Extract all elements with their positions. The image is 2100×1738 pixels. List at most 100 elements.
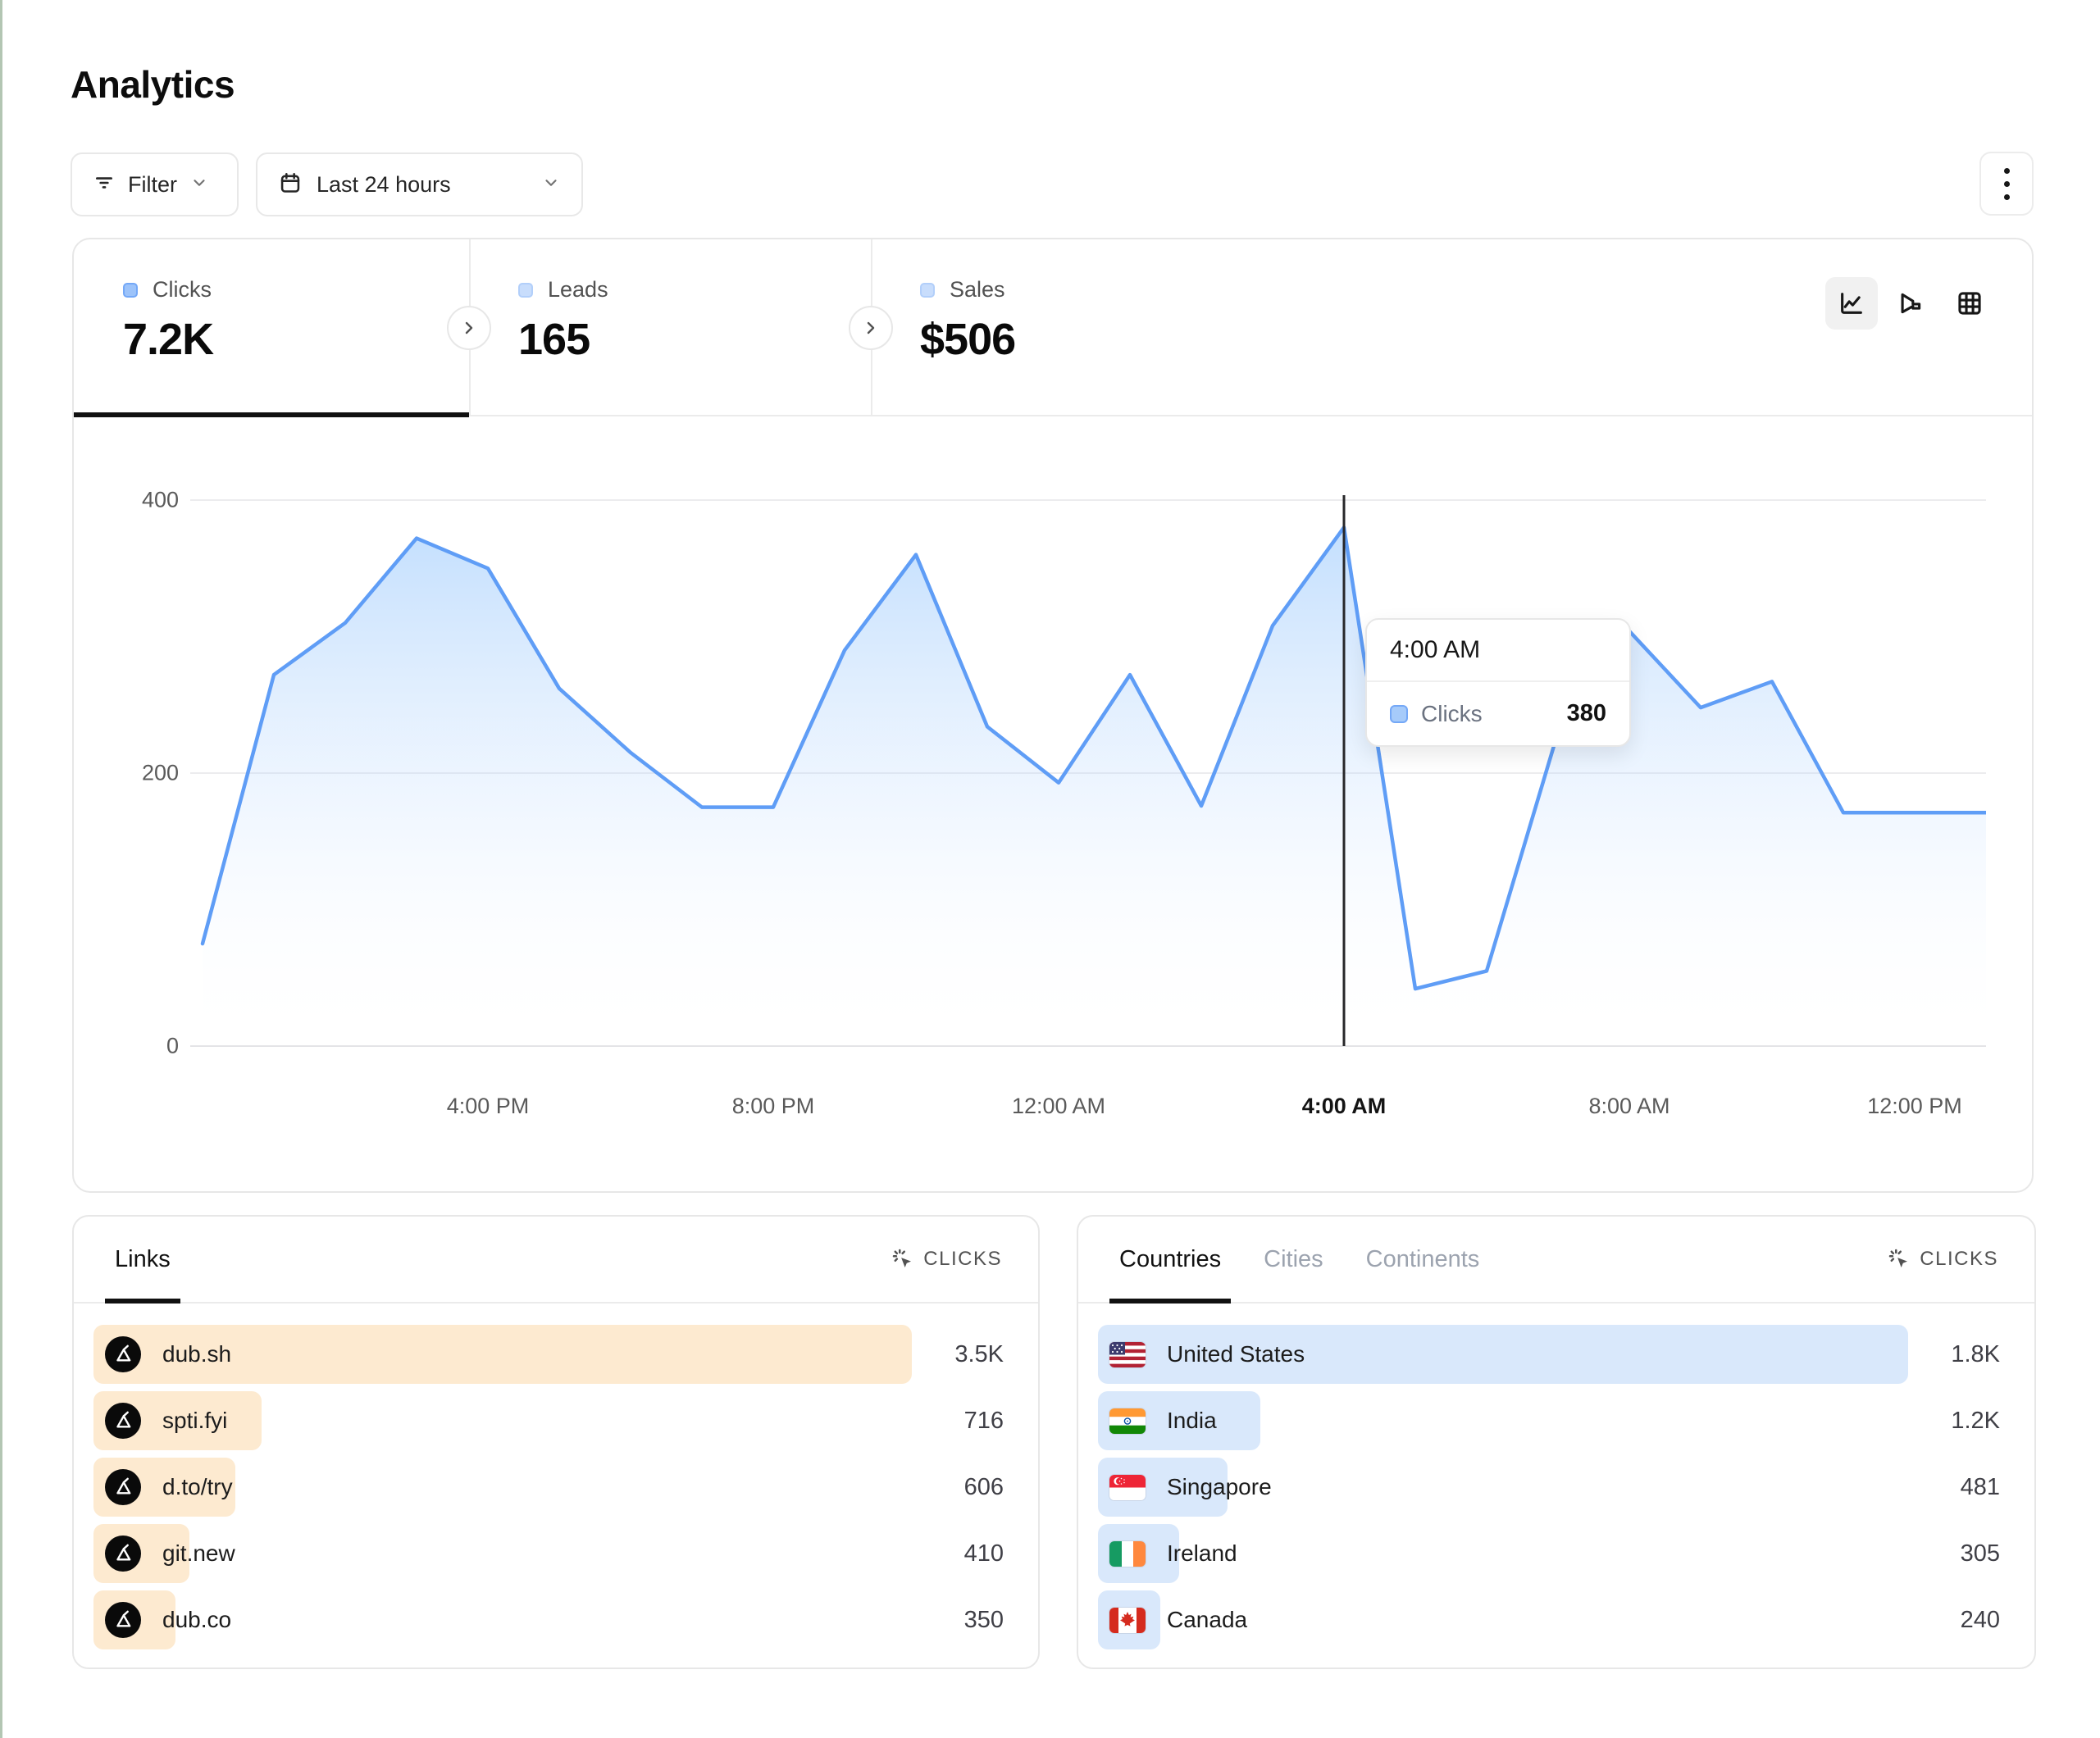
row-label: d.to/try <box>162 1474 233 1500</box>
links-metric-selector[interactable]: CLICKS <box>891 1247 1002 1272</box>
x-axis-tick-label: 8:00 PM <box>732 1094 815 1119</box>
stats-tab-row: Clicks 7.2K Leads 165 Sales $506 <box>74 239 2032 416</box>
y-axis-tick-label: 200 <box>80 761 179 786</box>
dub-logo-badge <box>105 1536 141 1572</box>
row-clicks-value: 305 <box>1961 1524 2000 1583</box>
dub-logo-badge <box>105 1469 141 1505</box>
chevron-down-icon <box>542 174 560 196</box>
window-edge <box>0 0 2 1738</box>
row-label: Ireland <box>1167 1540 1237 1567</box>
row-label: Singapore <box>1167 1474 1272 1500</box>
row-clicks-value: 1.8K <box>1951 1325 2000 1384</box>
countries-panel-header: Countries Cities Continents CLICKS <box>1078 1217 2034 1304</box>
stat-value: 165 <box>518 314 871 365</box>
analytics-page: Analytics Filter Last 24 hours <box>0 0 2100 1738</box>
row-label: Canada <box>1167 1607 1247 1633</box>
row-clicks-value: 481 <box>1961 1458 2000 1517</box>
dub-logo-badge <box>105 1602 141 1638</box>
metric-label: CLICKS <box>923 1248 1002 1271</box>
metric-label: CLICKS <box>1920 1248 1998 1271</box>
filter-button[interactable]: Filter <box>71 152 239 216</box>
funnel-chart-icon <box>1897 289 1925 317</box>
stat-label: Clicks <box>153 277 212 303</box>
dub-logo-badge <box>105 1403 141 1439</box>
x-axis-tick-label: 8:00 AM <box>1588 1094 1670 1119</box>
x-axis-tick-label: 12:00 PM <box>1867 1094 1962 1119</box>
more-options-button[interactable] <box>1979 152 2034 216</box>
kebab-dot <box>2004 181 2010 187</box>
area-fill <box>203 527 1986 1046</box>
links-panel-header: Links CLICKS <box>74 1217 1038 1304</box>
countries-metric-selector[interactable]: CLICKS <box>1887 1247 1998 1272</box>
in-flag-icon <box>1109 1408 1146 1434</box>
list-item[interactable]: Canada240 <box>1098 1590 2015 1649</box>
tab-cities[interactable]: Cities <box>1264 1217 1323 1302</box>
tab-clicks[interactable]: Clicks 7.2K <box>74 239 469 416</box>
y-axis-tick-label: 0 <box>80 1034 179 1059</box>
stat-label: Sales <box>950 277 1005 303</box>
tooltip-time: 4:00 AM <box>1367 620 1629 682</box>
list-item[interactable]: spti.fyi716 <box>93 1391 1018 1450</box>
chart-tooltip: 4:00 AM Clicks 380 <box>1365 618 1631 747</box>
countries-list: United States 1.8K India 1.2K Singapore 481 Ir… <box>1098 1325 2015 1649</box>
date-range-label: Last 24 hours <box>317 172 451 198</box>
active-tab-underline <box>74 412 469 417</box>
x-axis-tick-label: 4:00 PM <box>447 1094 530 1119</box>
tab-countries[interactable]: Countries <box>1119 1217 1221 1302</box>
dub-logo-icon <box>112 1476 134 1498</box>
tab-sales[interactable]: Sales $506 <box>871 239 1281 416</box>
dub-logo-icon <box>112 1543 134 1564</box>
clicks-area-chart[interactable]: 4002000 4:00 PM8:00 PM12:00 AM4:00 AM8:0… <box>190 490 1986 1064</box>
list-item[interactable]: d.to/try606 <box>93 1458 1018 1517</box>
ie-flag-icon <box>1109 1541 1146 1567</box>
tab-continents[interactable]: Continents <box>1366 1217 1480 1302</box>
row-clicks-value: 3.5K <box>954 1325 1004 1384</box>
row-label: git.new <box>162 1540 235 1567</box>
page-title: Analytics <box>71 62 235 107</box>
list-item[interactable]: Singapore 481 <box>1098 1458 2015 1517</box>
calendar-icon <box>279 171 302 198</box>
cursor-click-icon <box>1887 1247 1911 1272</box>
tab-leads[interactable]: Leads 165 <box>469 239 871 416</box>
row-label: India <box>1167 1408 1217 1434</box>
list-item[interactable]: dub.co350 <box>93 1590 1018 1649</box>
clicks-legend-dot-icon <box>123 283 138 298</box>
line-chart-icon <box>1838 289 1865 317</box>
filter-icon <box>93 172 115 198</box>
chart-canvas[interactable] <box>190 490 1986 1064</box>
tab-links[interactable]: Links <box>115 1217 171 1302</box>
links-list: dub.sh 3.5K spti.fyi716 d.to/try606 git.new 4… <box>93 1325 1018 1649</box>
list-item[interactable]: Ireland 305 <box>1098 1524 2015 1583</box>
countries-panel: Countries Cities Continents CLICKS Unite… <box>1077 1215 2036 1669</box>
list-item[interactable]: India 1.2K <box>1098 1391 2015 1450</box>
dub-logo-icon <box>112 1410 134 1431</box>
leads-legend-dot-icon <box>518 283 533 298</box>
dub-logo-icon <box>112 1344 134 1365</box>
kebab-dot <box>2004 168 2010 174</box>
expand-clicks-chevron-button[interactable] <box>447 306 491 350</box>
funnel-view-button[interactable] <box>1884 277 1937 330</box>
list-item[interactable]: United States 1.8K <box>1098 1325 2015 1384</box>
expand-leads-chevron-button[interactable] <box>849 306 893 350</box>
x-axis-tick-label: 12:00 AM <box>1012 1094 1105 1119</box>
row-clicks-value: 1.2K <box>1951 1391 2000 1450</box>
chevron-right-icon <box>459 318 479 338</box>
chevron-right-icon <box>861 318 881 338</box>
x-axis-tick-label: 4:00 AM <box>1302 1094 1387 1119</box>
row-clicks-value: 410 <box>964 1524 1004 1583</box>
y-axis-tick-label: 400 <box>80 488 179 513</box>
row-label: dub.sh <box>162 1341 231 1367</box>
list-item[interactable]: dub.sh 3.5K <box>93 1325 1018 1384</box>
line-chart-view-button[interactable] <box>1825 277 1878 330</box>
analytics-card: Clicks 7.2K Leads 165 Sales $506 <box>72 238 2034 1193</box>
list-item[interactable]: git.new 410 <box>93 1524 1018 1583</box>
date-range-button[interactable]: Last 24 hours <box>256 152 583 216</box>
row-clicks-value: 716 <box>964 1391 1004 1450</box>
links-panel: Links CLICKS dub.sh 3.5K spti.fyi716 d.to/t… <box>72 1215 1040 1669</box>
table-view-button[interactable] <box>1943 277 1996 330</box>
row-label: United States <box>1167 1341 1305 1367</box>
sales-legend-dot-icon <box>920 283 935 298</box>
tooltip-series-label: Clicks <box>1421 701 1483 727</box>
cursor-click-icon <box>891 1247 915 1272</box>
stat-value: 7.2K <box>123 314 469 365</box>
